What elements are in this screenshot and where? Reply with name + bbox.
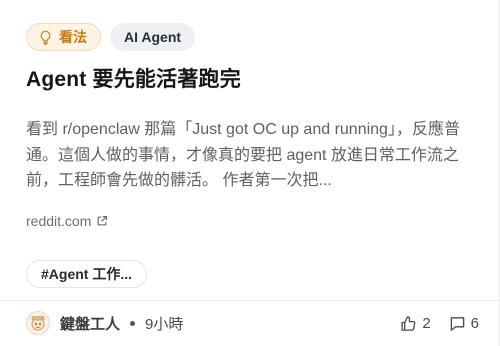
chip-row: 看法 AI Agent	[26, 23, 196, 51]
footer-divider	[0, 300, 499, 301]
external-link-icon	[97, 216, 108, 226]
thumbs-up-icon	[401, 315, 416, 331]
topic-chip-label: AI Agent	[124, 29, 182, 45]
author-name: 鍵盤工人	[60, 315, 121, 333]
lightbulb-icon	[40, 30, 51, 45]
separator-dot	[130, 320, 136, 326]
source-domain: reddit.com	[26, 213, 92, 229]
hashtag-label: #Agent 工作...	[41, 266, 133, 282]
author-info[interactable]: 鍵盤工人 9小時	[26, 311, 183, 335]
category-chip[interactable]: 看法	[26, 23, 101, 51]
post-excerpt: 看到 r/openclaw 那篇「Just got OC up and runn…	[26, 121, 460, 189]
post-time: 9小時	[145, 315, 184, 333]
post-title[interactable]: Agent 要先能活著跑完	[26, 64, 476, 96]
like-count: 2	[422, 314, 431, 332]
category-chip-label: 看法	[59, 29, 87, 45]
avatar-illustration	[31, 316, 45, 331]
comment-icon	[450, 316, 464, 331]
hashtag-chip[interactable]: #Agent 工作...	[26, 260, 148, 288]
post-stats: 2 6	[400, 315, 479, 332]
card-footer: 鍵盤工人 9小時 2 6	[26, 309, 479, 337]
post-card[interactable]: 看法 AI Agent Agent 要先能活著跑完 看到 r/openclaw …	[0, 0, 500, 346]
comment-button[interactable]: 6	[449, 315, 479, 332]
like-button[interactable]: 2	[400, 314, 431, 332]
source-link[interactable]: reddit.com	[26, 213, 108, 229]
topic-chip[interactable]: AI Agent	[110, 23, 196, 51]
author-avatar	[26, 311, 50, 335]
comment-count: 6	[470, 314, 479, 332]
